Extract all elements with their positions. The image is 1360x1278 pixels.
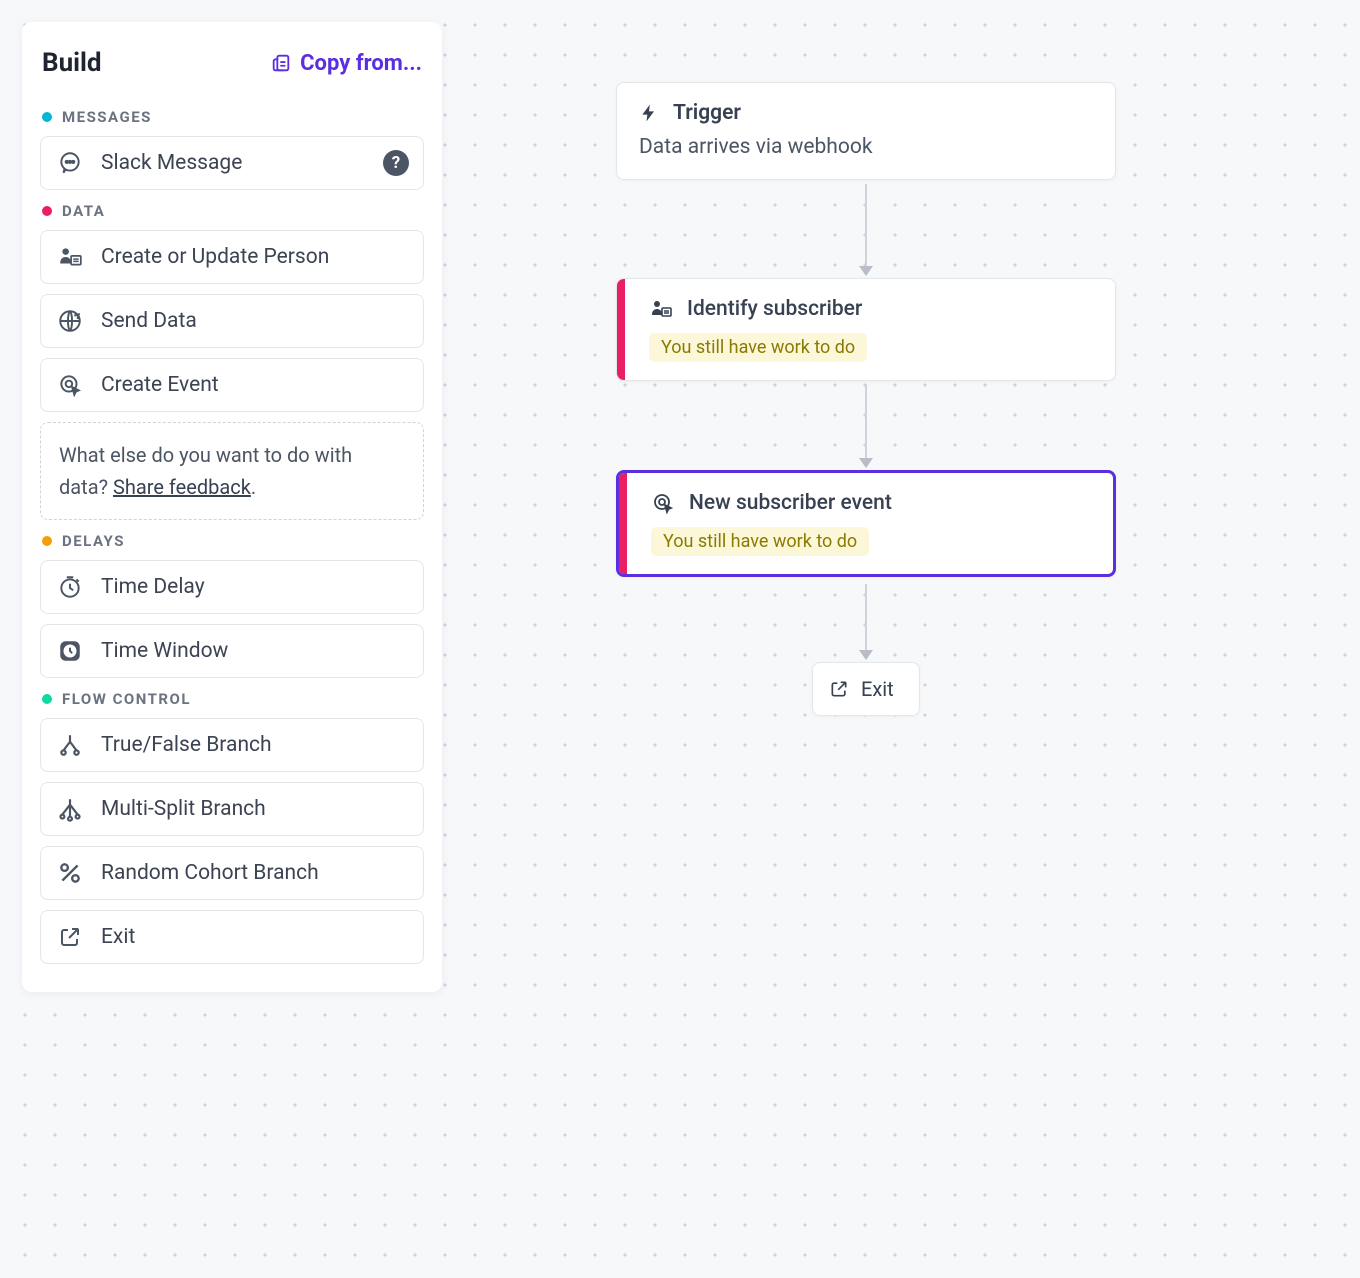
person-card-icon xyxy=(57,244,83,270)
section-label: MESSAGES xyxy=(62,108,152,126)
share-feedback-link[interactable]: Share feedback xyxy=(113,475,251,499)
dot-icon xyxy=(42,536,52,546)
section-label: FLOW CONTROL xyxy=(62,690,191,708)
cursor-click-icon xyxy=(57,372,83,398)
arrow-down-icon xyxy=(859,650,873,660)
exit-icon xyxy=(57,924,83,950)
connector-line xyxy=(865,184,867,268)
section-messages: MESSAGES xyxy=(42,108,424,126)
clock-square-icon xyxy=(57,638,83,664)
step-title: Identify subscriber xyxy=(687,297,862,321)
connector-line xyxy=(865,584,867,652)
feedback-suffix: . xyxy=(251,475,256,499)
section-label: DATA xyxy=(62,202,105,220)
lightning-icon xyxy=(639,103,659,123)
trigger-subtitle: Data arrives via webhook xyxy=(639,135,1093,159)
item-label: Random Cohort Branch xyxy=(101,861,319,885)
arrow-down-icon xyxy=(859,458,873,468)
item-time-window[interactable]: Time Window xyxy=(40,624,424,678)
item-create-person[interactable]: Create or Update Person xyxy=(40,230,424,284)
item-random-cohort[interactable]: Random Cohort Branch xyxy=(40,846,424,900)
help-icon[interactable]: ? xyxy=(383,150,409,176)
trigger-title: Trigger xyxy=(673,101,741,125)
step-header: Identify subscriber xyxy=(649,297,1093,321)
globe-arrow-icon xyxy=(57,308,83,334)
cursor-click-icon xyxy=(651,491,675,515)
node-trigger[interactable]: Trigger Data arrives via webhook xyxy=(616,82,1116,180)
copy-from-button[interactable]: Copy from... xyxy=(270,51,422,76)
stopwatch-icon xyxy=(57,574,83,600)
person-card-icon xyxy=(649,297,673,321)
item-label: Exit xyxy=(101,925,135,949)
warning-pill: You still have work to do xyxy=(649,333,867,362)
arrow-down-icon xyxy=(859,266,873,276)
connector-line xyxy=(865,384,867,460)
step-title: New subscriber event xyxy=(689,491,892,515)
item-create-event[interactable]: Create Event xyxy=(40,358,424,412)
clipboard-icon xyxy=(270,52,292,74)
item-label: Send Data xyxy=(101,309,197,333)
branch-multi-icon xyxy=(57,796,83,822)
section-flow: FLOW CONTROL xyxy=(42,690,424,708)
branch-two-icon xyxy=(57,732,83,758)
step-header: New subscriber event xyxy=(651,491,1091,515)
item-send-data[interactable]: Send Data xyxy=(40,294,424,348)
dot-icon xyxy=(42,112,52,122)
item-label: Create Event xyxy=(101,373,219,397)
sidebar-header: Build Copy from... xyxy=(40,48,424,96)
item-tf-branch[interactable]: True/False Branch xyxy=(40,718,424,772)
exit-icon xyxy=(829,679,849,699)
feedback-callout: What else do you want to do with data? S… xyxy=(40,422,424,520)
item-label: True/False Branch xyxy=(101,733,272,757)
item-label: Multi-Split Branch xyxy=(101,797,266,821)
item-multi-split[interactable]: Multi-Split Branch xyxy=(40,782,424,836)
percent-icon xyxy=(57,860,83,886)
item-slack-message[interactable]: Slack Message ? xyxy=(40,136,424,190)
trigger-header: Trigger xyxy=(639,101,1093,125)
section-label: DELAYS xyxy=(62,532,125,550)
item-label: Slack Message xyxy=(101,151,242,175)
item-label: Time Delay xyxy=(101,575,205,599)
item-time-delay[interactable]: Time Delay xyxy=(40,560,424,614)
dot-icon xyxy=(42,694,52,704)
item-label: Create or Update Person xyxy=(101,245,329,269)
dot-icon xyxy=(42,206,52,216)
section-data: DATA xyxy=(42,202,424,220)
node-new-subscriber-event[interactable]: New subscriber event You still have work… xyxy=(616,470,1116,577)
exit-label: Exit xyxy=(861,677,894,701)
warning-pill: You still have work to do xyxy=(651,527,869,556)
node-exit[interactable]: Exit xyxy=(812,662,920,716)
item-label: Time Window xyxy=(101,639,228,663)
accent-bar xyxy=(619,473,627,574)
sidebar-title: Build xyxy=(42,48,102,78)
accent-bar xyxy=(617,279,625,380)
copy-from-label: Copy from... xyxy=(300,51,422,76)
section-delays: DELAYS xyxy=(42,532,424,550)
build-sidebar: Build Copy from... MESSAGES Slack Messag… xyxy=(22,22,442,992)
chat-icon xyxy=(57,150,83,176)
workflow-canvas[interactable]: Build Copy from... MESSAGES Slack Messag… xyxy=(0,0,1360,1278)
item-exit[interactable]: Exit xyxy=(40,910,424,964)
node-identify-subscriber[interactable]: Identify subscriber You still have work … xyxy=(616,278,1116,381)
